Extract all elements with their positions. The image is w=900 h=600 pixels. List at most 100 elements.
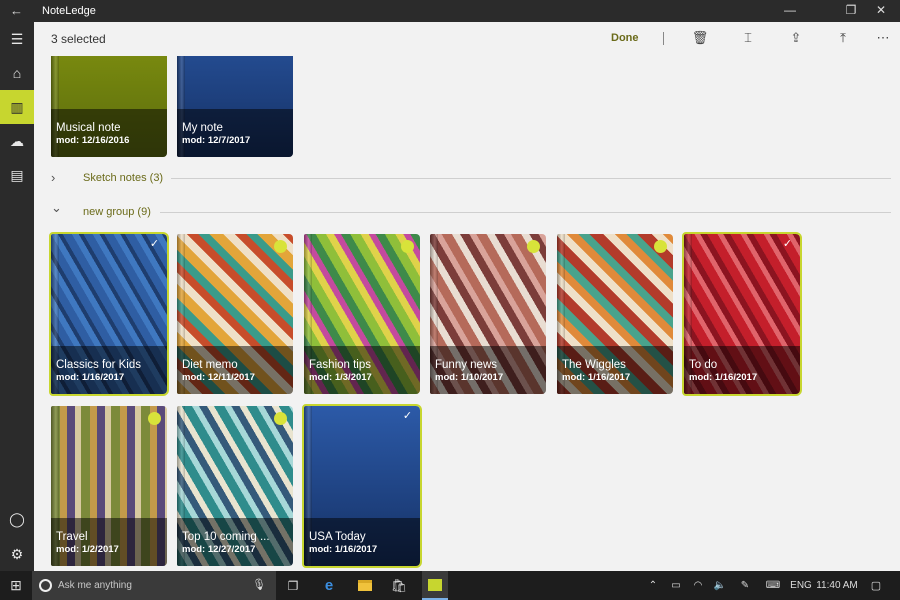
action-center-icon[interactable]: ▢ (866, 571, 886, 600)
store-icon[interactable]: 🛍 (386, 571, 412, 600)
move-up-icon[interactable]: ⤒ (833, 30, 853, 46)
notebook-name: The Wiggles (562, 359, 626, 371)
settings-icon[interactable]: ⚙ (0, 537, 34, 571)
edge-icon[interactable]: e (316, 571, 342, 600)
notebook-card[interactable]: Fashion tips mod: 1/3/2017 (304, 234, 420, 394)
share-icon[interactable]: ⇪ (786, 30, 806, 46)
notebook-card[interactable]: Funny news mod: 1/10/2017 (430, 234, 546, 394)
notebook-label: Diet memo mod: 12/11/2017 (177, 346, 293, 394)
file-explorer-icon[interactable] (352, 571, 378, 600)
back-arrow-icon[interactable]: ← (10, 3, 23, 18)
task-view-icon[interactable]: ❐ (280, 571, 306, 600)
notebook-label: Travel mod: 1/2/2017 (51, 518, 167, 566)
search-box[interactable]: Ask me anything 🎙 (32, 571, 276, 600)
taskbar: ⊞ Ask me anything 🎙 ❐ e 🛍 ⌃ ▭ ◠ 🔈 ✎ ⌨ EN… (0, 571, 900, 600)
close-icon[interactable]: ✕ (866, 3, 896, 17)
notebook-modified: mod: 12/27/2017 (182, 544, 256, 555)
pen-icon[interactable]: ✎ (737, 571, 753, 600)
select-circle-icon[interactable] (401, 240, 414, 253)
notebook-card[interactable]: Travel mod: 1/2/2017 (51, 406, 167, 566)
notebook-name: Classics for Kids (56, 359, 141, 371)
notebook-card[interactable]: Top 10 coming ... mod: 12/27/2017 (177, 406, 293, 566)
minimize-icon[interactable]: — (775, 3, 805, 17)
notebook-card[interactable]: ✓ To do mod: 1/16/2017 (682, 232, 802, 396)
notebook-modified: mod: 12/16/2016 (56, 135, 130, 146)
notebook-modified: mod: 1/2/2017 (56, 544, 119, 555)
notebook-card[interactable]: Diet memo mod: 12/11/2017 (177, 234, 293, 394)
notebook-card[interactable]: ✓ USA Today mod: 1/16/2017 (302, 404, 422, 568)
notebook-modified: mod: 1/16/2017 (562, 372, 631, 383)
selection-count: 3 selected (51, 32, 106, 46)
notebook-modified: mod: 1/10/2017 (435, 372, 504, 383)
select-circle-icon[interactable] (148, 412, 161, 425)
select-circle-icon[interactable] (274, 240, 287, 253)
notebook-name: USA Today (309, 531, 366, 543)
notebook-name: My note (182, 122, 223, 134)
notebook-label: The Wiggles mod: 1/16/2017 (557, 346, 673, 394)
noteledge-app-icon[interactable] (422, 571, 448, 600)
notebook-label: Funny news mod: 1/10/2017 (430, 346, 546, 394)
notebook-label: Classics for Kids mod: 1/16/2017 (51, 346, 167, 394)
select-circle-icon[interactable] (527, 240, 540, 253)
notebook-name: Diet memo (182, 359, 238, 371)
notebook-name: Top 10 coming ... (182, 531, 270, 543)
command-separator (663, 32, 664, 45)
notebook-modified: mod: 1/16/2017 (689, 372, 758, 383)
chevron-right-icon: › (51, 170, 56, 185)
notebook-label: My note mod: 12/7/2017 (177, 109, 293, 157)
notebook-name: Musical note (56, 122, 121, 134)
wifi-icon[interactable]: ◠ (690, 571, 706, 600)
notebook-modified: mod: 1/16/2017 (309, 544, 378, 555)
notebook-label: Musical note mod: 12/16/2016 (51, 109, 167, 157)
main-content: 3 selected Done 🗑 ⌶ ⇪ ⤒ ⋯ Musical note m… (34, 22, 900, 571)
notebook-label: Fashion tips mod: 1/3/2017 (304, 346, 420, 394)
rename-icon[interactable]: ⌶ (738, 30, 758, 46)
microphone-icon[interactable]: 🎙 (252, 578, 266, 591)
notebook-modified: mod: 12/7/2017 (182, 135, 251, 146)
app-title: NoteLedge (42, 5, 96, 17)
hamburger-icon[interactable]: ☰ (0, 22, 34, 56)
windows-start-icon[interactable]: ⊞ (0, 571, 32, 600)
notebook-name: Funny news (435, 359, 498, 371)
search-placeholder: Ask me anything (58, 580, 132, 591)
group-divider (171, 178, 891, 179)
notebook-name: Travel (56, 531, 88, 543)
cloud-icon[interactable]: ☁ (0, 124, 34, 158)
more-icon[interactable]: ⋯ (873, 30, 893, 46)
notebook-modified: mod: 1/16/2017 (56, 372, 125, 383)
checkmark-icon[interactable]: ✓ (148, 237, 161, 250)
notebook-label: USA Today mod: 1/16/2017 (304, 518, 420, 566)
battery-icon[interactable]: ▭ (668, 571, 684, 600)
sidebar: ☰ ⌂ ▥ ☁ ▤ ◯ ⚙ (0, 22, 34, 571)
notebook-card[interactable]: The Wiggles mod: 1/16/2017 (557, 234, 673, 394)
volume-icon[interactable]: 🔈 (712, 571, 728, 600)
notebook-label: To do mod: 1/16/2017 (684, 346, 800, 394)
home-icon[interactable]: ⌂ (0, 56, 34, 90)
notebook-modified: mod: 1/3/2017 (309, 372, 372, 383)
keyboard-icon[interactable]: ⌨ (764, 571, 782, 600)
account-icon[interactable]: ◯ (0, 502, 34, 536)
library-icon[interactable]: ▥ (0, 90, 34, 124)
command-bar: 3 selected Done 🗑 ⌶ ⇪ ⤒ ⋯ (34, 22, 900, 56)
select-circle-icon[interactable] (274, 412, 287, 425)
delete-icon[interactable]: 🗑 (690, 30, 710, 46)
checkmark-icon[interactable]: ✓ (401, 409, 414, 422)
select-circle-icon[interactable] (654, 240, 667, 253)
done-button[interactable]: Done (611, 32, 639, 44)
group-label: Sketch notes (3) (83, 172, 164, 184)
cortana-icon (39, 579, 52, 592)
notebook-name: To do (689, 359, 718, 371)
chevron-down-icon: ⌄ (51, 200, 62, 215)
group-divider (160, 212, 891, 213)
group-label: new group (9) (83, 206, 151, 218)
clock[interactable]: 11:40 AM (814, 571, 860, 600)
clipboard-icon[interactable]: ▤ (0, 158, 34, 192)
show-hidden-icons-icon[interactable]: ⌃ (646, 571, 660, 600)
notebook-label: Top 10 coming ... mod: 12/27/2017 (177, 518, 293, 566)
notebook-card[interactable]: ✓ Classics for Kids mod: 1/16/2017 (49, 232, 169, 396)
notebook-modified: mod: 12/11/2017 (182, 372, 255, 383)
checkmark-icon[interactable]: ✓ (781, 237, 794, 250)
notebook-name: Fashion tips (309, 359, 372, 371)
language-indicator[interactable]: ENG (790, 571, 812, 600)
restore-icon[interactable]: ❐ (836, 3, 866, 17)
